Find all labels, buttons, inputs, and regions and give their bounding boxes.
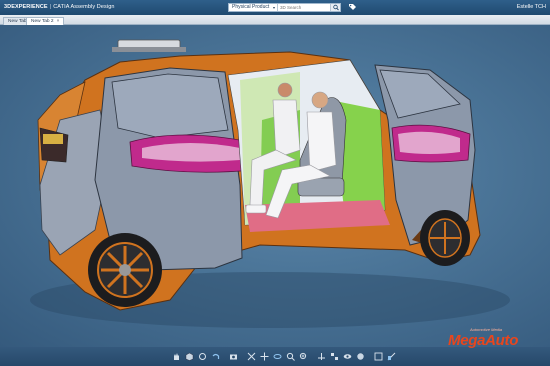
rear-wheel (420, 210, 470, 266)
app-title: 3DEXPERIENCE | CATIA Assembly Design (4, 4, 115, 10)
user-name[interactable]: Estelle TCH (517, 4, 546, 10)
refresh-icon[interactable] (197, 351, 208, 362)
tab-new-tab-2[interactable]: New Tab 2 × (26, 17, 65, 25)
brand-separator: | (49, 4, 52, 10)
toolbar-divider (223, 351, 226, 362)
brand-prefix: 3DEXPERIENCE (4, 4, 48, 10)
view-toolbar (171, 351, 397, 362)
zoom-icon[interactable] (285, 351, 296, 362)
search-bar: Physical Product ▾ (228, 3, 341, 12)
roof-rack (112, 39, 186, 52)
pan-icon[interactable] (259, 351, 270, 362)
top-bar: 3DEXPERIENCE | CATIA Assembly Design Physi… (0, 0, 550, 15)
toolbar-divider (368, 351, 371, 362)
zoom-in-icon[interactable] (298, 351, 309, 362)
close-icon[interactable]: × (57, 19, 60, 24)
eye-icon[interactable] (342, 351, 353, 362)
watermark-name: MegaAuto (448, 332, 519, 349)
multi-view-icon[interactable] (329, 351, 340, 362)
search-icon[interactable] (330, 4, 340, 11)
search-input[interactable] (280, 4, 330, 11)
shading-icon[interactable] (355, 351, 366, 362)
brand-suffix: CATIA Assembly Design (53, 4, 115, 10)
section-icon[interactable] (386, 351, 397, 362)
tag-icon[interactable] (348, 3, 357, 12)
hand-icon[interactable] (171, 351, 182, 362)
vehicle-model[interactable] (0, 25, 550, 347)
watermark-logo: Automotive Media MegaAuto (448, 327, 548, 357)
fit-all-icon[interactable] (246, 351, 257, 362)
3d-viewport[interactable] (0, 25, 550, 347)
tab-label: New Tab 2 (31, 19, 54, 24)
rotate-icon[interactable] (272, 351, 283, 362)
undo-icon[interactable] (210, 351, 221, 362)
context-dropdown[interactable]: Physical Product ▾ (230, 4, 278, 11)
toolbar-divider (241, 351, 244, 362)
camera-icon[interactable] (228, 351, 239, 362)
tab-bar: New Tab 1 New Tab 2 × (0, 15, 550, 25)
front-wheel (88, 233, 162, 307)
chevron-down-icon: ▾ (272, 5, 275, 10)
cube-icon[interactable] (184, 351, 195, 362)
views-icon[interactable] (373, 351, 384, 362)
toolbar-divider (311, 351, 314, 362)
context-dropdown-label: Physical Product (232, 4, 270, 10)
normal-view-icon[interactable] (316, 351, 327, 362)
